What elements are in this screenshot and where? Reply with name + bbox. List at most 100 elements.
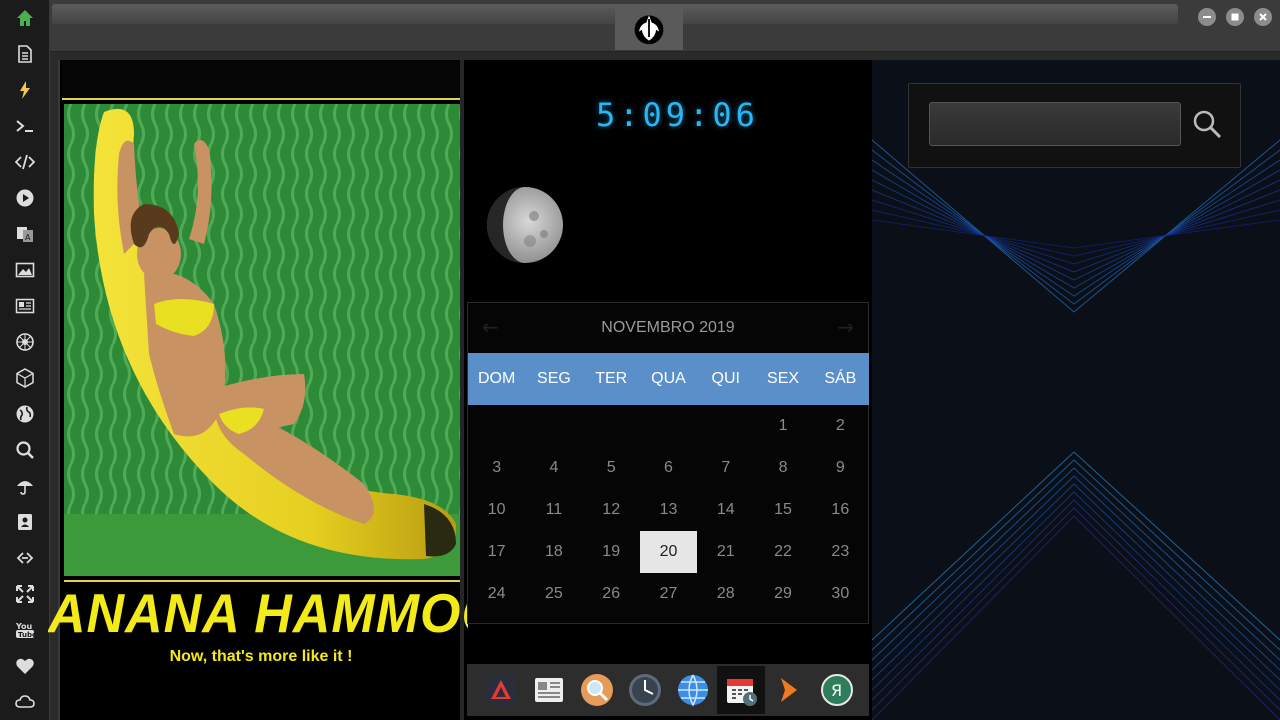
weekday-label: DOM bbox=[477, 370, 516, 387]
close-button[interactable] bbox=[1254, 8, 1272, 26]
calendar-week: 17 18 19 20 21 22 23 bbox=[468, 531, 869, 573]
calendar-day[interactable]: 10 bbox=[468, 489, 525, 531]
calendar-day[interactable]: 19 bbox=[583, 531, 640, 573]
poster-panel: ANANA HAMMOC Now, that's more like it ! bbox=[48, 60, 468, 720]
calendar-day[interactable]: 24 bbox=[468, 573, 525, 615]
calendar-day-today[interactable]: 20 bbox=[639, 531, 698, 573]
heart-icon[interactable] bbox=[13, 654, 37, 678]
panel-divider bbox=[460, 60, 464, 720]
svg-text:Tube: Tube bbox=[18, 631, 35, 639]
app-sidebar: A You Tube bbox=[0, 0, 50, 720]
code-icon[interactable] bbox=[13, 150, 37, 174]
poster-header bbox=[62, 60, 460, 100]
home-icon[interactable] bbox=[13, 6, 37, 30]
calendar-day bbox=[697, 405, 754, 447]
calendar-day[interactable]: 27 bbox=[640, 573, 697, 615]
calendar-day[interactable]: 23 bbox=[812, 531, 869, 573]
calendar-day[interactable]: 21 bbox=[697, 531, 754, 573]
rebel-icon[interactable] bbox=[13, 330, 37, 354]
poster-subtitle: Now, that's more like it ! bbox=[169, 648, 353, 665]
news-icon[interactable] bbox=[13, 294, 37, 318]
search-widget bbox=[908, 83, 1241, 168]
calendar-day[interactable]: 2 bbox=[812, 405, 869, 447]
calendar-day[interactable]: 25 bbox=[525, 573, 582, 615]
calendar-week: 1 2 bbox=[468, 405, 869, 447]
search-icon[interactable] bbox=[1191, 108, 1223, 140]
play-icon[interactable] bbox=[13, 186, 37, 210]
calendar-day[interactable]: 12 bbox=[583, 489, 640, 531]
umbrella-icon[interactable] bbox=[13, 474, 37, 498]
rebel-alliance-tab[interactable] bbox=[615, 6, 683, 50]
poster-title: ANANA HAMMOC bbox=[48, 583, 468, 645]
yandex-label: Я bbox=[831, 681, 842, 700]
calendar-day bbox=[468, 405, 525, 447]
minimize-button[interactable] bbox=[1198, 8, 1216, 26]
poster-photo bbox=[64, 104, 460, 576]
calendar-day[interactable]: 4 bbox=[525, 447, 582, 489]
calendar-day[interactable]: 7 bbox=[697, 447, 754, 489]
calendar-day[interactable]: 26 bbox=[583, 573, 640, 615]
weekday-label: QUI bbox=[711, 370, 740, 387]
cube-icon[interactable] bbox=[13, 366, 37, 390]
search-input[interactable] bbox=[929, 102, 1181, 146]
calendar-day[interactable]: 9 bbox=[812, 447, 869, 489]
weekday-header: DOM SEG TER QUA QUI SEX SÁB bbox=[468, 353, 869, 405]
lightning-icon[interactable] bbox=[13, 78, 37, 102]
calendar-widget: ← NOVEMBRO 2019 → DOM SEG TER QUA QUI SE… bbox=[467, 302, 869, 624]
expand-icon[interactable] bbox=[13, 582, 37, 606]
calendar-day bbox=[640, 405, 697, 447]
calendar-day[interactable]: 11 bbox=[525, 489, 582, 531]
calendar-day[interactable]: 29 bbox=[754, 573, 811, 615]
calendar-header: ← NOVEMBRO 2019 → bbox=[468, 303, 868, 353]
calendar-day[interactable]: 5 bbox=[583, 447, 640, 489]
calendar-grid: 1 2 3 4 5 6 7 8 9 10 11 12 13 14 15 16 1… bbox=[468, 405, 869, 615]
calendar-day[interactable]: 30 bbox=[812, 573, 869, 615]
yandex-icon[interactable]: Я bbox=[813, 666, 861, 714]
calendar-app-icon[interactable] bbox=[717, 666, 765, 714]
calendar-day[interactable]: 15 bbox=[754, 489, 811, 531]
svg-text:You: You bbox=[15, 622, 33, 631]
clock-app-icon[interactable] bbox=[621, 666, 669, 714]
youtube-icon[interactable]: You Tube bbox=[13, 618, 37, 642]
calendar-day[interactable]: 14 bbox=[697, 489, 754, 531]
calendar-day[interactable]: 8 bbox=[754, 447, 811, 489]
link-icon[interactable] bbox=[13, 546, 37, 570]
image-icon[interactable] bbox=[13, 258, 37, 282]
calendar-day[interactable]: 22 bbox=[754, 531, 811, 573]
calendar-day[interactable]: 1 bbox=[754, 405, 811, 447]
svg-text:A: A bbox=[25, 233, 31, 242]
search-app-icon[interactable] bbox=[573, 666, 621, 714]
moon-phase-icon bbox=[487, 187, 563, 263]
calendar-month-label: NOVEMBRO 2019 bbox=[601, 319, 735, 336]
calendar-day[interactable]: 13 bbox=[640, 489, 697, 531]
news-reader-icon[interactable] bbox=[525, 666, 573, 714]
app-launcher-icon[interactable] bbox=[477, 666, 525, 714]
app-dock: Я bbox=[467, 664, 869, 716]
document-icon[interactable] bbox=[13, 42, 37, 66]
arrow-app-icon[interactable] bbox=[765, 666, 813, 714]
calendar-day[interactable]: 18 bbox=[525, 531, 582, 573]
calendar-day[interactable]: 6 bbox=[640, 447, 697, 489]
contacts-icon[interactable] bbox=[13, 510, 37, 534]
weekday-label: TER bbox=[595, 370, 628, 387]
globe-icon[interactable] bbox=[13, 402, 37, 426]
maximize-button[interactable] bbox=[1226, 8, 1244, 26]
calendar-week: 24 25 26 27 28 29 30 bbox=[468, 573, 869, 615]
translate-icon[interactable]: A bbox=[13, 222, 37, 246]
terminal-icon[interactable] bbox=[13, 114, 37, 138]
search-icon[interactable] bbox=[13, 438, 37, 462]
cloud-icon[interactable] bbox=[13, 690, 37, 714]
top-bar bbox=[50, 0, 1280, 52]
weekday-label: SEG bbox=[537, 370, 571, 387]
calendar-day[interactable]: 28 bbox=[697, 573, 754, 615]
weekday-label: SÁB bbox=[824, 370, 857, 387]
calendar-day[interactable]: 17 bbox=[468, 531, 525, 573]
browser-icon[interactable] bbox=[669, 666, 717, 714]
calendar-day[interactable]: 3 bbox=[468, 447, 525, 489]
calendar-day[interactable]: 16 bbox=[812, 489, 869, 531]
prev-month-button[interactable]: ← bbox=[482, 315, 499, 339]
weekday-label: QUA bbox=[651, 370, 686, 387]
next-month-button[interactable]: → bbox=[837, 315, 854, 339]
calendar-week: 10 11 12 13 14 15 16 bbox=[468, 489, 869, 531]
rebel-alliance-icon bbox=[634, 15, 664, 45]
